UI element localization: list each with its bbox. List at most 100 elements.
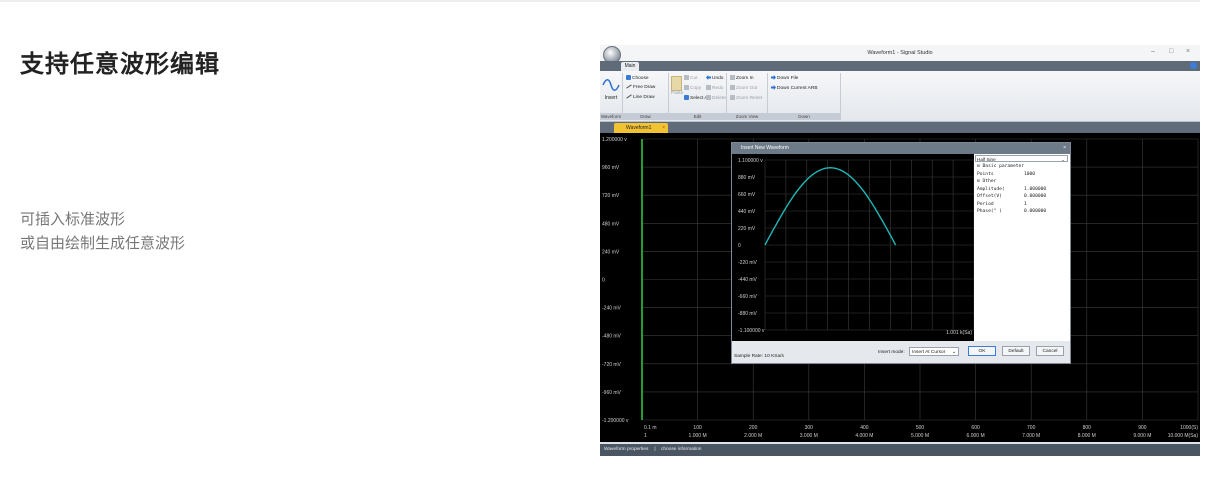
close-button[interactable]: × [1186,48,1190,55]
free-draw-label: Free Draw [633,85,656,90]
property-name: Points [977,171,994,177]
y-tick-label: 720 mV [602,193,620,199]
default-button[interactable]: Default [1002,346,1030,356]
cancel-button[interactable]: Cancel [1036,346,1064,356]
property-value[interactable]: 1000 [1024,172,1035,177]
property-name: Period [977,201,994,207]
dialog-title: Insert New Waveform [741,145,789,151]
down-current-arb-button[interactable]: Down Current ARB [771,85,818,91]
pencil-icon [626,84,632,89]
waveform-type-select[interactable]: Half Sine ⌄ [975,155,1068,162]
maximize-button[interactable]: □ [1169,48,1173,55]
dialog-y-tick-label: -880 mV [738,311,758,317]
x-tick-label-time: 500 [916,425,925,431]
delete-button[interactable]: Delete [706,95,726,101]
copy-label: Copy [690,85,702,91]
status-waveform-properties[interactable]: Waveform properties [604,447,648,452]
paste-button[interactable]: Paste [671,76,683,96]
choose-button[interactable]: Choose [626,75,649,81]
insert-button[interactable]: Insert [601,77,621,101]
down-file-label: Down File [777,75,799,81]
delete-icon [706,95,711,100]
group-label-zoom: Zoom View [727,113,767,120]
delete-label: Delete [712,95,726,101]
dialog-y-tick-label: -440 mV [738,277,758,283]
group-label-draw: Draw [623,113,668,120]
zoom-reset-button[interactable]: Zoom Reset [730,95,762,101]
x-tick-label-samples: 3.000 M [800,433,818,439]
dialog-titlebar: Insert New Waveform × [732,143,1070,154]
x-tick-label-samples: 1 [644,433,647,439]
down-file-button[interactable]: Down File [771,75,798,81]
undo-button[interactable]: Undo [706,75,723,81]
dialog-y-tick-label: -660 mV [738,294,758,300]
page-title: 支持任意波形编辑 [20,51,220,78]
dialog-y-tick-label: 0 [738,243,741,249]
dialog-close-icon[interactable]: × [1063,143,1066,154]
tab-waveform1[interactable]: Waveform1 × [614,123,668,133]
redo-icon [706,85,711,90]
help-icon[interactable] [1190,62,1197,69]
zoom-in-button[interactable]: Zoom In [730,75,754,81]
x-tick-label-time: 600 [971,425,980,431]
ribbon-tab-strip: Main [600,61,1200,71]
undo-icon [706,75,711,80]
signal-studio-screenshot: Waveform1 - Signal Studio – □ × Main Ins… [600,45,1200,456]
y-tick-label: 240 mV [602,249,620,255]
ok-button[interactable]: OK [968,346,996,356]
x-tick-label-time: 1000(S) [1180,425,1198,431]
x-tick-label-samples: 9.000 M [1133,433,1151,439]
cut-button[interactable]: Cut [684,75,697,81]
property-name: ⊟ Basic parameter [977,164,1025,169]
top-divider [0,0,1200,2]
property-name: Amplitude( [977,186,1005,192]
zoom-out-button[interactable]: Zoom Out [730,85,757,91]
property-value[interactable]: 0.000000 [1024,209,1046,214]
half-sine-waveform [764,166,897,246]
ribbon: Insert Waveform Choose Free Draw Line Dr… [600,71,1200,122]
sine-wave-icon [602,79,620,91]
x-tick-label-samples: 2.000 M [744,433,762,439]
insert-button-label: Insert [604,95,618,101]
x-tick-label-time: 100 [693,425,702,431]
redo-button[interactable]: Redo [706,85,723,91]
x-tick-label-time: 200 [749,425,758,431]
status-choose-information: choose information [660,447,702,452]
group-down: Down File Down Current ARB Down [768,73,841,120]
property-value[interactable]: 0.000000 [1024,194,1046,199]
group-zoom-view: Zoom In Zoom Out Zoom Reset Zoom View [727,73,768,120]
zoom-in-icon [730,75,735,80]
zoom-in-label: Zoom In [736,75,754,81]
cut-label: Cut [690,75,698,81]
dialog-y-tick-label: 220 mV [738,226,756,232]
y-tick-label: -1.200000 v [602,418,629,424]
description-line-2: 或自由绘制生成任意波形 [20,235,186,252]
dialog-preview-plot: 1.100000 v 880 mV 660 mV 440 mV 220 mV 0 -220 … [732,154,975,341]
chevron-down-icon: ⌄ [951,350,956,355]
property-value[interactable]: 1 [1024,202,1027,207]
dialog-x-end-label: 1.001 k(Sa) [946,330,972,336]
insert-mode-label: Insert mode: [878,350,905,355]
dialog-y-tick-label: 440 mV [738,209,756,215]
scissors-icon [684,75,689,80]
x-tick-label-samples: 4.000 M [855,433,873,439]
y-tick-label: 480 mV [602,221,620,227]
group-label-edit: Edit [669,113,726,120]
line-draw-button[interactable]: Line Draw [626,94,655,100]
y-tick-label: -240 mV [602,306,622,312]
tab-close-icon[interactable]: × [662,123,665,133]
group-edit: Paste Cut Copy Select All Undo Redo Dele… [669,73,727,120]
insert-mode-select[interactable]: Insert At Cursor ⌄ [909,347,959,356]
property-value[interactable]: 1.000000 [1024,187,1046,192]
x-tick-label-samples: 10.000 M(Sa) [1168,433,1199,439]
download-arrow-icon [771,85,776,90]
tab-main[interactable]: Main [621,62,639,71]
undo-label: Undo [712,75,724,81]
minimize-button[interactable]: – [1151,48,1155,55]
line-draw-label: Line Draw [633,95,655,100]
x-tick-label-time: 300 [805,425,814,431]
group-draw: Choose Free Draw Line Draw Draw [623,73,669,120]
free-draw-button[interactable]: Free Draw [626,84,656,90]
insert-mode-value: Insert At Cursor [912,350,946,355]
copy-button[interactable]: Copy [684,85,701,91]
